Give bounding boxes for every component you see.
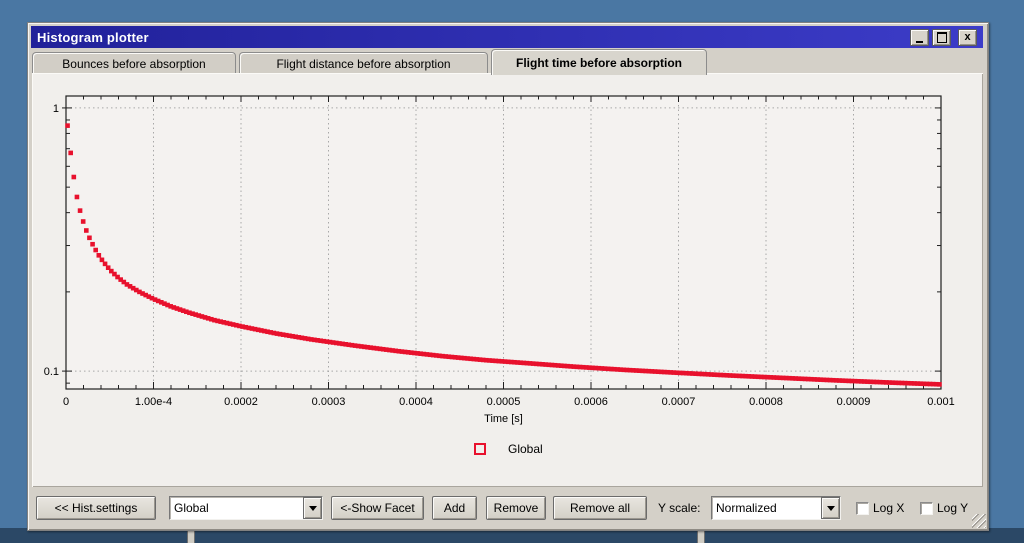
log-y-checkbox-group: Log Y <box>920 501 968 515</box>
background-handle-right <box>697 529 705 543</box>
desktop-background: Histogram plotter x Bounces before absor… <box>0 0 1024 543</box>
window-buttons: x <box>910 29 977 46</box>
svg-text:1: 1 <box>53 103 59 115</box>
svg-text:0.0007: 0.0007 <box>662 396 696 408</box>
svg-text:0.0004: 0.0004 <box>399 396 433 408</box>
window-titlebar[interactable]: Histogram plotter x <box>31 26 983 48</box>
tab-label: Flight distance before absorption <box>276 56 451 71</box>
tab-label: Bounces before absorption <box>62 56 206 71</box>
tab-page: 0 1.00e-4 0.0002 0.0003 0.0004 0.0005 0.0006 0.… <box>32 73 983 487</box>
legend-label-global: Global <box>508 442 543 456</box>
svg-text:0.0009: 0.0009 <box>837 396 871 408</box>
chevron-down-icon <box>826 505 835 511</box>
svg-text:1.00e-4: 1.00e-4 <box>135 396 172 408</box>
tab-flight-distance-before-absorption[interactable]: Flight distance before absorption <box>239 52 488 74</box>
chart-legend: Global <box>474 442 543 456</box>
tab-label: Flight time before absorption <box>515 55 682 70</box>
add-button[interactable]: Add <box>432 496 477 520</box>
hist-settings-button[interactable]: << Hist.settings <box>36 496 156 520</box>
tab-bounces-before-absorption[interactable]: Bounces before absorption <box>32 52 236 74</box>
show-facet-button[interactable]: <-Show Facet <box>331 496 424 520</box>
chevron-down-icon <box>308 505 317 511</box>
resize-grip[interactable] <box>972 514 986 528</box>
close-button[interactable]: x <box>958 29 977 46</box>
svg-text:0.0003: 0.0003 <box>312 396 346 408</box>
svg-text:0.001: 0.001 <box>927 396 955 408</box>
log-x-checkbox[interactable] <box>856 501 869 515</box>
svg-text:0.0002: 0.0002 <box>224 396 258 408</box>
svg-text:0.1: 0.1 <box>44 366 59 378</box>
log-y-checkbox[interactable] <box>920 501 933 515</box>
histogram-chart: 0 1.00e-4 0.0002 0.0003 0.0004 0.0005 0.0006 0.… <box>44 95 955 425</box>
minimize-button[interactable] <box>910 29 929 46</box>
svg-text:0: 0 <box>63 396 69 408</box>
log-x-label: Log X <box>873 501 905 515</box>
log-y-label: Log Y <box>937 501 969 515</box>
minimize-icon <box>916 40 923 43</box>
svg-text:Time [s]: Time [s] <box>484 413 523 425</box>
facet-select[interactable]: Global <box>169 496 323 520</box>
maximize-button[interactable] <box>932 29 951 46</box>
maximize-icon <box>936 32 947 43</box>
histogram-plotter-window: Histogram plotter x Bounces before absor… <box>27 22 989 531</box>
legend-marker-global <box>474 443 486 455</box>
y-scale-dropdown-button[interactable] <box>821 497 840 519</box>
remove-all-button[interactable]: Remove all <box>553 496 647 520</box>
svg-text:0.0005: 0.0005 <box>487 396 521 408</box>
close-icon: x <box>964 31 971 43</box>
background-handle-left <box>187 529 195 543</box>
log-x-checkbox-group: Log X <box>856 501 904 515</box>
tab-flight-time-before-absorption[interactable]: Flight time before absorption <box>491 49 707 75</box>
y-scale-select[interactable]: Normalized <box>711 496 841 520</box>
y-scale-select-value: Normalized <box>716 501 777 515</box>
y-scale-label: Y scale: <box>658 501 701 515</box>
window-title: Histogram plotter <box>37 29 149 45</box>
facet-select-value: Global <box>174 501 209 515</box>
svg-text:0.0008: 0.0008 <box>749 396 783 408</box>
svg-text:0.0006: 0.0006 <box>574 396 608 408</box>
remove-button[interactable]: Remove <box>486 496 546 520</box>
facet-select-dropdown-button[interactable] <box>303 497 322 519</box>
